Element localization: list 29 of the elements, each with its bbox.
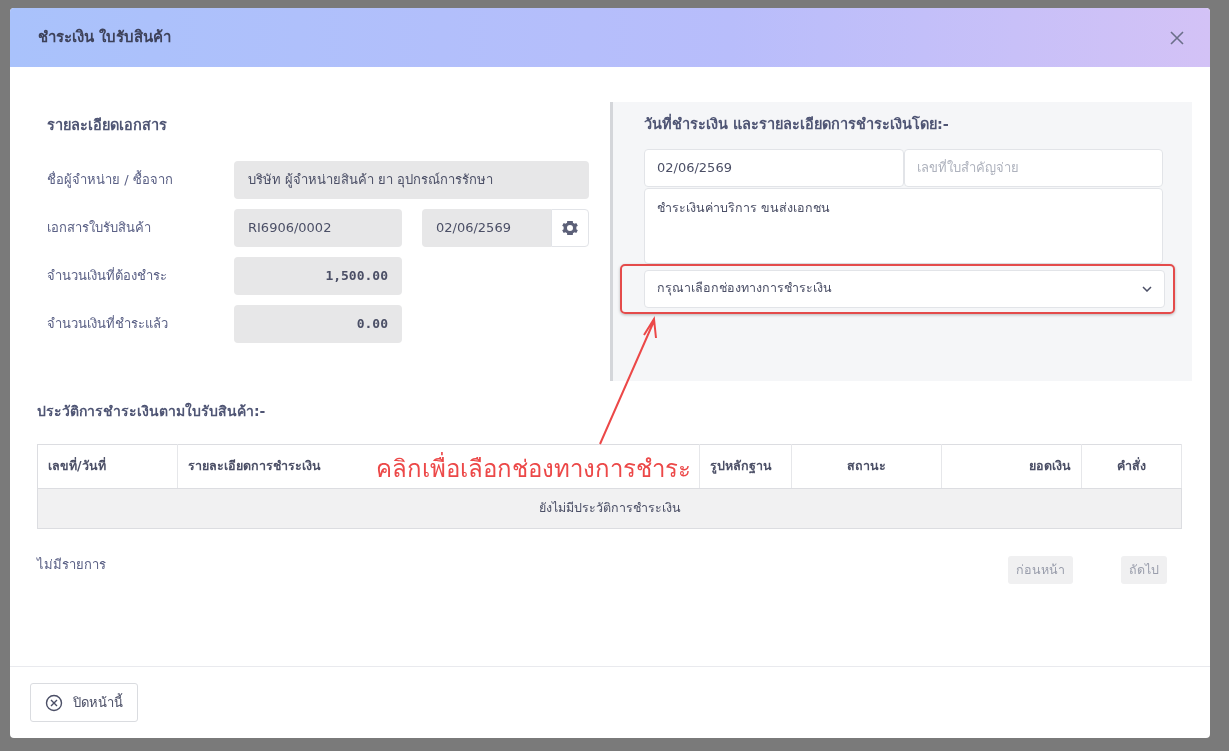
empty-message: ยังไม่มีประวัติการชำระเงิน (37, 488, 1182, 528)
close-circle-icon (45, 693, 63, 712)
chevron-icon (1142, 285, 1152, 292)
record-count: ไม่มีรายการ (37, 555, 106, 574)
date-input[interactable]: 02/06/2569 (644, 148, 904, 187)
settings-button[interactable] (551, 208, 589, 247)
amount-field: 1,500.00 (234, 256, 402, 295)
date-field: 02/06/2569 (422, 208, 551, 247)
field-label: จำนวนเงินที่ต้องชำระ (47, 266, 168, 285)
field-label: ชื่อผู้จำหน่าย / ซื้อจาก (47, 170, 174, 190)
field-label: เอกสารใบรับสินค้า (47, 219, 152, 237)
column-header: เลขที่/วันที่ (37, 444, 178, 489)
close-icon[interactable] (1168, 28, 1186, 47)
payment-channel-select[interactable]: กรุณาเลือกช่องทางการชำระเงิน (644, 269, 1165, 308)
column-header: ยอดเงิน (941, 444, 1082, 489)
readonly-field: RI6906/0002 (234, 208, 402, 247)
close-page-button[interactable]: ปิดหน้านี้ (30, 683, 138, 722)
column-header: สถานะ (791, 444, 942, 489)
gear-icon (562, 219, 578, 236)
column-header: คำสั่ง (1081, 444, 1182, 489)
field-label: จำนวนเงินที่ชำระแล้ว (47, 314, 169, 333)
section-heading: ประวัติการชำระเงินตามใบรับสินค้า:- (37, 401, 267, 421)
readonly-field: บริษัท ผู้จำหน่ายสินค้า ยา อุปกรณ์การรักษา (234, 160, 589, 199)
modal-title: ชำระเงิน ใบรับสินค้า (38, 27, 172, 49)
amount-field: 0.00 (234, 304, 402, 343)
column-header: รูปหลักฐาน (699, 444, 792, 489)
section-heading: วันที่ชำระเงิน และรายละเอียดการชำระเงินโดย:- (644, 114, 1163, 136)
section-heading: รายละเอียดเอกสาร (47, 116, 168, 135)
note-textarea[interactable]: ชำระเงินค่าบริการ ขนส่งเอกชน (644, 187, 1163, 264)
